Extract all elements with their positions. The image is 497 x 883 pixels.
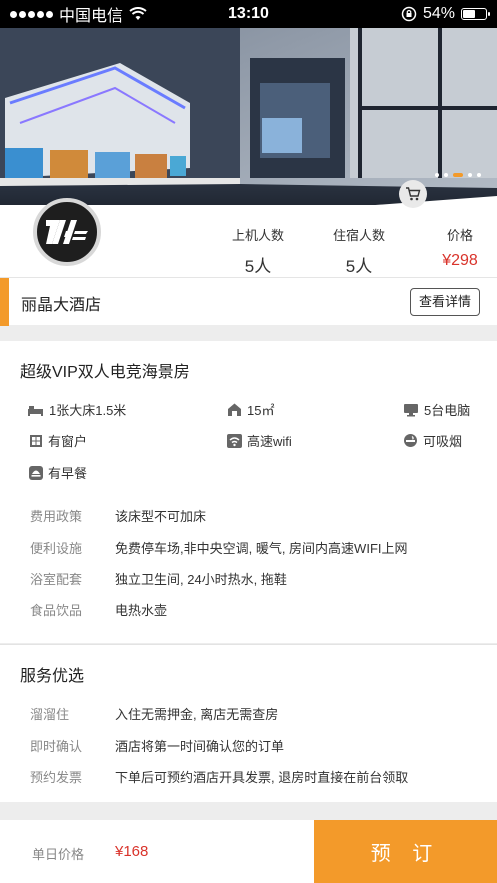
feature-text: 15㎡	[247, 403, 275, 418]
view-details-button[interactable]: 查看详情	[410, 288, 480, 316]
stat-value: 5人	[244, 257, 272, 276]
service-row: 即时确认 酒店将第一时间确认您的订单	[30, 736, 284, 755]
stat-label: 上机人数	[231, 228, 284, 243]
feature-window: 有窗户	[29, 431, 87, 450]
battery-fill	[463, 10, 475, 18]
battery-percent: 54%	[422, 5, 455, 22]
feature-text: 有早餐	[48, 466, 88, 481]
policy-value: 免费停车场,非中央空调, 暖气, 房间内高速WIFI上网	[115, 541, 408, 556]
feature-computer: 5台电脑	[403, 400, 470, 419]
area-icon	[228, 403, 241, 416]
rotation-lock-icon	[401, 6, 417, 22]
service-value: 酒店将第一时间确认您的订单	[115, 739, 285, 754]
smoking-icon	[404, 434, 417, 447]
feature-smoking: 可吸烟	[403, 431, 462, 450]
carousel-dot[interactable]	[468, 173, 472, 177]
bed-icon	[28, 405, 43, 416]
service-key: 溜溜住	[30, 707, 70, 722]
feature-text: 5台电脑	[424, 403, 471, 418]
window-icon	[30, 434, 42, 447]
stat-label: 价格	[446, 228, 473, 243]
service-value: 入住无需押金, 离店无需查房	[115, 707, 279, 722]
cart-button[interactable]	[399, 180, 427, 208]
stat-value: ¥298	[442, 252, 478, 269]
room-info-section: 超级VIP双人电竞海景房 1张大床1.5米 15㎡ 5台电脑 有窗户 高速wif…	[0, 341, 497, 643]
battery-icon	[461, 8, 490, 20]
status-bar: 中国电信 13:10 54%	[0, 0, 497, 28]
hotel-name: 丽晶大酒店	[21, 297, 102, 314]
stat-value: 5人	[345, 257, 373, 276]
service-title: 服务优选	[20, 668, 85, 685]
policy-key: 便利设施	[30, 541, 83, 556]
carousel-dot[interactable]	[435, 173, 439, 177]
service-key: 预约发票	[30, 770, 83, 785]
feature-text: 1张大床1.5米	[49, 403, 127, 418]
service-section: 服务优选 溜溜住 入住无需押金, 离店无需查房 即时确认 酒店将第一时间确认您的…	[0, 644, 497, 802]
service-row: 预约发票 下单后可预约酒店开具发票, 退房时直接在前台领取	[30, 767, 408, 786]
stat-label: 住宿人数	[332, 228, 385, 243]
policy-value: 该床型不可加床	[115, 509, 207, 524]
day-price-value: ¥168	[115, 843, 149, 860]
feature-text: 高速wifi	[247, 434, 292, 449]
signal-dots-icon	[10, 10, 53, 18]
day-price-label: 单日价格	[32, 847, 85, 862]
service-key: 即时确认	[30, 739, 83, 754]
book-button[interactable]: 预 订	[314, 820, 497, 883]
stat-guests: 住宿人数 5人	[328, 225, 390, 277]
logo-mark-icon	[46, 220, 88, 244]
stat-gaming-seats: 上机人数 5人	[228, 225, 288, 277]
hotel-header: 丽晶大酒店 查看详情	[0, 277, 497, 326]
carousel-dot[interactable]	[477, 173, 481, 177]
feature-wifi: 高速wifi	[227, 431, 292, 450]
feature-text: 有窗户	[48, 434, 88, 449]
policy-row: 浴室配套 独立卫生间, 24小时热水, 拖鞋	[30, 569, 287, 588]
feature-bed: 1张大床1.5米	[27, 400, 126, 419]
wifi-icon	[129, 7, 147, 20]
service-value: 下单后可预约酒店开具发票, 退房时直接在前台领取	[115, 770, 409, 785]
service-row: 溜溜住 入住无需押金, 离店无需查房	[30, 704, 278, 723]
status-bar-left: 中国电信	[10, 2, 147, 26]
computer-icon	[404, 403, 418, 416]
room-title: 超级VIP双人电竞海景房	[20, 364, 190, 381]
breakfast-icon	[29, 465, 43, 480]
carousel-dot[interactable]	[453, 173, 463, 177]
policy-value: 独立卫生间, 24小时热水, 拖鞋	[115, 572, 287, 587]
policy-key: 费用政策	[30, 509, 83, 524]
policy-row: 便利设施 免费停车场,非中央空调, 暖气, 房间内高速WIFI上网	[30, 538, 408, 557]
policy-value: 电热水壶	[115, 603, 168, 618]
carousel-dot[interactable]	[444, 173, 448, 177]
hotel-logo	[33, 198, 101, 266]
policy-row: 食品饮品 电热水壶	[30, 600, 167, 619]
booking-bar: 单日价格 ¥168 预 订	[0, 820, 497, 883]
stat-price: 价格 ¥298	[438, 225, 482, 270]
cart-icon	[406, 187, 421, 201]
wifi-icon	[227, 433, 242, 448]
policy-key: 浴室配套	[30, 572, 83, 587]
carousel-indicators[interactable]	[435, 173, 481, 177]
feature-text: 可吸烟	[423, 434, 463, 449]
policy-key: 食品饮品	[30, 603, 83, 618]
feature-area: 15㎡	[227, 400, 274, 419]
status-bar-right: 54%	[401, 5, 490, 23]
accent-bar	[0, 278, 9, 326]
policy-row: 费用政策 该床型不可加床	[30, 506, 206, 525]
carrier-name: 中国电信	[59, 8, 124, 25]
feature-breakfast: 有早餐	[29, 463, 87, 482]
